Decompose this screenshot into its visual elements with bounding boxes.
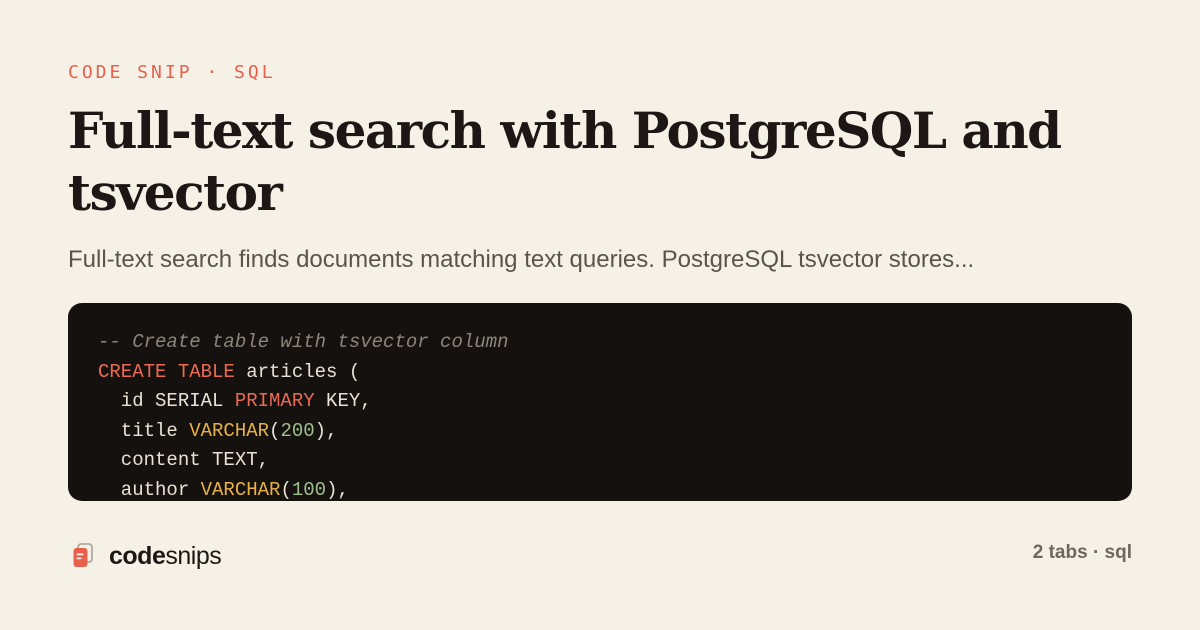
code-token-plain: ), [326, 478, 349, 501]
snippet-description: Full-text search finds documents matchin… [68, 246, 975, 273]
brand-name: codesnips [109, 541, 222, 571]
code-token-keyword: PRIMARY [234, 390, 315, 412]
code-line: -- Create table with tsvector column [98, 328, 1132, 358]
code-block: -- Create table with tsvector column CRE… [68, 303, 1132, 501]
category-eyebrow: CODE SNIP · SQL [68, 62, 276, 83]
code-token-number: 100 [291, 478, 327, 501]
brand-name-rest: snips [165, 541, 222, 570]
code-token-plain: content TEXT, [98, 449, 270, 471]
code-token-type: VARCHAR [200, 478, 281, 501]
code-token-plain: author [98, 478, 201, 501]
code-token-plain: ( [269, 419, 281, 442]
snippet-meta: 2 tabs · sql [1032, 542, 1132, 563]
code-token-keyword: CREATE TABLE [98, 360, 235, 383]
code-token-plain: KEY, [314, 390, 372, 412]
code-token-comment: -- Create table with tsvector column [98, 331, 509, 353]
code-file-icon [73, 543, 93, 567]
page-title: Full-text search with PostgreSQL and tsv… [68, 101, 1062, 222]
code-token-plain: ( [280, 478, 292, 501]
code-line: title VARCHAR(200), [98, 417, 1132, 447]
code-line: id SERIAL PRIMARY KEY, [98, 387, 1132, 417]
code-token-plain: id SERIAL [98, 390, 235, 412]
code-token-plain: articles ( [234, 360, 361, 383]
brand-logo[interactable]: codesnips [72, 540, 222, 572]
code-line: author VARCHAR(100), [98, 476, 1132, 502]
code-line: content TEXT, [98, 446, 1132, 476]
code-token-number: 200 [280, 419, 315, 442]
brand-name-bold: code [109, 541, 166, 570]
code-token-plain: ), [314, 419, 338, 442]
code-token-type: VARCHAR [189, 419, 270, 442]
code-line: CREATE TABLE articles ( [98, 358, 1132, 388]
code-token-plain: title [98, 419, 190, 442]
